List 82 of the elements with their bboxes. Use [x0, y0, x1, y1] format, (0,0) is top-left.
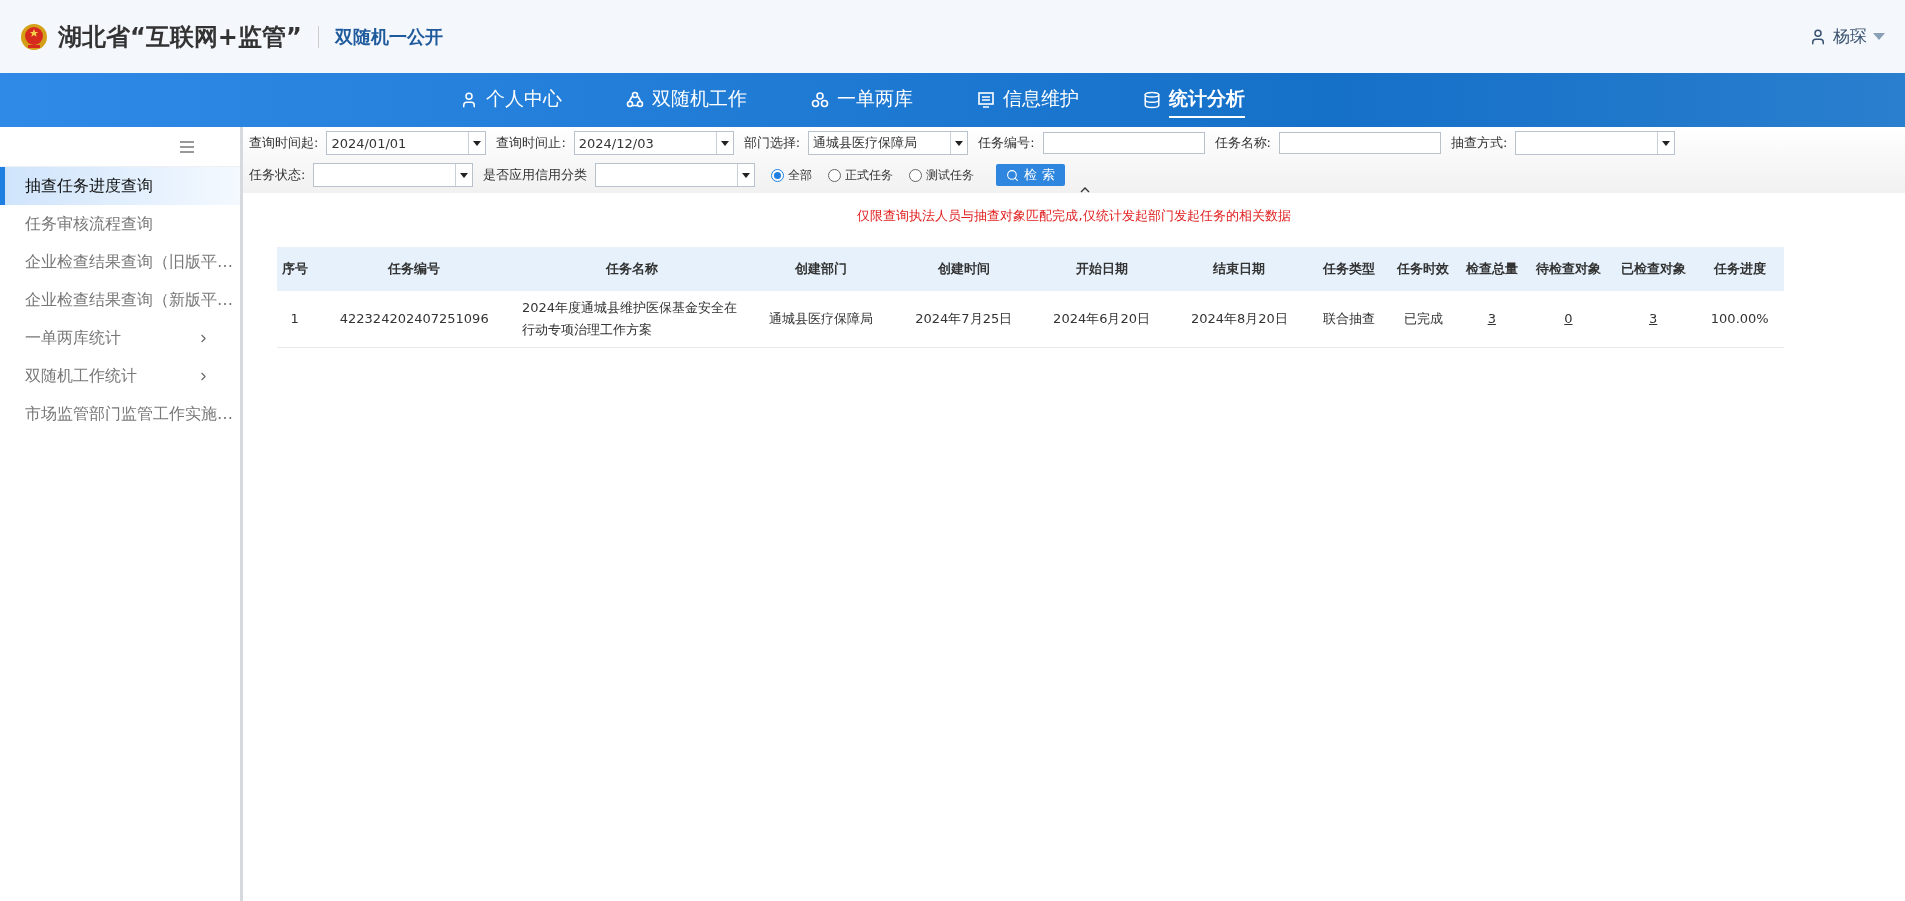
nav-tab[interactable]: 个人中心 [486, 82, 562, 118]
select-field[interactable]: 2024/12/03 [573, 131, 734, 155]
table-cell: 联合抽查 [1322, 311, 1375, 326]
table-cell: 2024年6月20日 [1053, 311, 1150, 326]
table-cell: 通城县医疗保障局 [769, 311, 874, 326]
search-icon [1006, 168, 1020, 182]
user-name[interactable]: 杨琛 [1833, 25, 1867, 48]
select-field[interactable] [595, 163, 756, 187]
sidebar-item[interactable]: 一单两库统计 [0, 319, 240, 357]
dropdown-caret-icon [460, 172, 469, 178]
column-header: 创建部门 [795, 261, 848, 276]
radio-label: 测试任务 [926, 166, 975, 184]
column-header: 任务时效 [1397, 261, 1450, 276]
circles-icon [811, 91, 829, 109]
notice-text: 仅限查询执法人员与抽查对象匹配完成,仅统计发起部门发起任务的相关数据 [857, 208, 1291, 223]
nav-tab[interactable]: 一单两库 [837, 82, 913, 118]
cycle-icon [626, 91, 644, 109]
column-header: 结束日期 [1213, 261, 1266, 276]
field-label: 任务状态: [249, 166, 306, 184]
radio-button[interactable] [828, 168, 842, 182]
field-label: 是否应用信用分类 [483, 166, 588, 184]
input-field[interactable] [1042, 132, 1205, 154]
column-header: 待检查对象 [1535, 261, 1601, 276]
table-cell: 422324202407251096 [339, 311, 489, 326]
table-cell: 已完成 [1403, 311, 1443, 326]
column-header: 已检查对象 [1620, 261, 1686, 276]
caret-icon [1873, 33, 1885, 40]
dropdown-caret-icon [1662, 140, 1671, 146]
emblem-icon [20, 22, 48, 51]
radio-button[interactable] [909, 168, 923, 182]
radio-label: 全部 [788, 166, 813, 184]
input-field[interactable] [1278, 132, 1441, 154]
column-header: 检查总量 [1465, 261, 1518, 276]
dropdown-caret-icon [473, 140, 482, 146]
user-icon [460, 91, 478, 109]
field-label: 查询时间起: [249, 134, 319, 152]
column-header: 创建时间 [937, 261, 990, 276]
count-link[interactable]: 3 [1649, 311, 1658, 326]
radio-label: 正式任务 [845, 166, 894, 184]
sidebar-item[interactable]: 双随机工作统计 [0, 357, 240, 395]
dropdown-caret-icon [720, 140, 729, 146]
sidebar-item[interactable]: 企业检查结果查询（新版平… [0, 281, 240, 319]
database-icon [1143, 91, 1161, 109]
select-field[interactable]: 通城县医疗保障局 [808, 131, 969, 155]
user-icon [1809, 27, 1827, 46]
count-link[interactable]: 3 [1487, 311, 1496, 326]
table-cell: 2024年8月20日 [1190, 311, 1288, 326]
radio-button[interactable] [771, 168, 785, 182]
table-cell: 2024年度通城县维护医保基金安全在行动专项治理工作方案 [522, 300, 738, 337]
field-label: 查询时间止: [496, 134, 566, 152]
nav-tab[interactable]: 信息维护 [1003, 82, 1079, 118]
column-header: 序号 [281, 261, 308, 276]
site-subtitle: 双随机一公开 [334, 24, 443, 49]
column-header: 开始日期 [1075, 261, 1128, 276]
field-label: 部门选择: [743, 134, 801, 152]
select-field[interactable]: 2024/01/01 [326, 131, 487, 155]
site-title: 湖北省“互联网+监管” [58, 21, 302, 53]
board-icon [977, 91, 995, 109]
sidebar-item[interactable]: 任务审核流程查询 [0, 205, 240, 243]
table-cell: 1 [290, 311, 299, 326]
sidebar-item[interactable]: 企业检查结果查询（旧版平… [0, 243, 240, 281]
nav-tab[interactable]: 统计分析 [1169, 82, 1245, 118]
search-button[interactable]: 检 索 [996, 164, 1065, 186]
count-link[interactable]: 0 [1564, 311, 1573, 326]
menu-icon[interactable] [180, 140, 194, 153]
field-label: 抽查方式: [1450, 134, 1508, 152]
select-field[interactable] [313, 163, 474, 187]
field-label: 任务编号: [978, 134, 1035, 152]
nav-tab[interactable]: 双随机工作 [652, 82, 747, 118]
column-header: 任务编号 [388, 261, 441, 276]
sidebar-item[interactable]: 抽查任务进度查询 [0, 167, 240, 205]
table-cell: 2024年7月25日 [915, 311, 1013, 326]
collapse-caret-icon[interactable] [1080, 187, 1090, 193]
dropdown-caret-icon [742, 172, 751, 178]
column-header: 任务名称 [606, 261, 659, 276]
column-header: 任务进度 [1713, 261, 1766, 276]
field-label: 任务名称: [1214, 134, 1271, 152]
select-field[interactable] [1515, 131, 1676, 155]
table-cell: 100.00% [1710, 311, 1769, 326]
column-header: 任务类型 [1322, 261, 1375, 276]
sidebar-item[interactable]: 市场监管部门监管工作实施… [0, 395, 240, 433]
dropdown-caret-icon [955, 140, 964, 146]
